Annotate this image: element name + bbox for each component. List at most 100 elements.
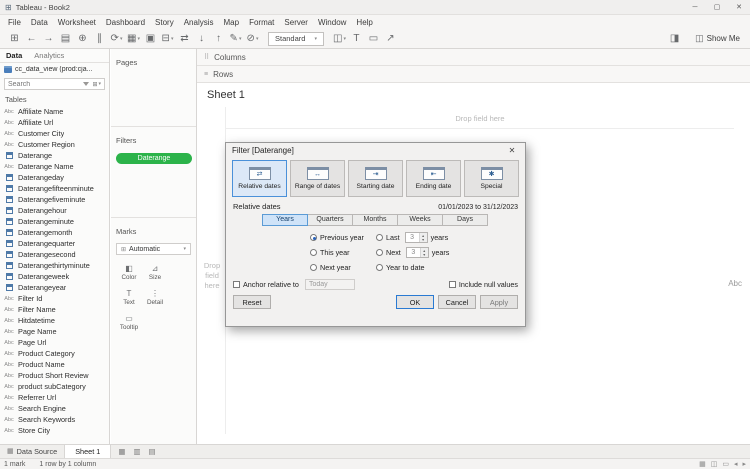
sheet-sorter-icon[interactable]: ▦ bbox=[699, 460, 706, 468]
apply-button[interactable]: Apply bbox=[480, 295, 518, 309]
swap-axes-icon[interactable]: ⇄ ▾ bbox=[176, 31, 193, 47]
datasource-item[interactable]: cc_data_view (prod:cja... bbox=[0, 63, 109, 76]
duplicate-icon[interactable]: ▣ ▾ bbox=[142, 31, 159, 47]
stepper-input[interactable] bbox=[406, 233, 419, 242]
stepper-arrows-icon[interactable]: ▲ ▼ bbox=[420, 248, 428, 257]
field-item[interactable]: Abc Customer Region bbox=[0, 139, 109, 150]
maximize-button[interactable]: ▢ bbox=[706, 0, 728, 14]
search-input[interactable] bbox=[8, 81, 80, 88]
mark-button[interactable]: ▭ Tooltip bbox=[116, 310, 142, 335]
include-nulls-checkbox-icon[interactable] bbox=[449, 281, 456, 288]
field-item[interactable]: Abc Daterange bbox=[0, 150, 109, 161]
reset-button[interactable]: Reset bbox=[233, 295, 271, 309]
tab-data[interactable]: Data bbox=[0, 49, 28, 62]
field-item[interactable]: Abc Daterangeweek bbox=[0, 271, 109, 282]
field-item[interactable]: Abc Referrer Url bbox=[0, 392, 109, 403]
menu-item[interactable]: Help bbox=[351, 18, 377, 27]
mark-button[interactable]: ⊿ Size bbox=[142, 260, 168, 285]
filmstrip-icon[interactable]: ◫ bbox=[711, 460, 718, 468]
menu-item[interactable]: Map bbox=[219, 18, 245, 27]
period-tab[interactable]: Weeks bbox=[397, 214, 443, 226]
period-tab[interactable]: Quarters bbox=[307, 214, 353, 226]
relative-option[interactable]: Next year bbox=[310, 262, 376, 273]
field-item[interactable]: Abc Affiliate Url bbox=[0, 117, 109, 128]
period-tab[interactable]: Months bbox=[352, 214, 398, 226]
field-item[interactable]: Abc Filter Name bbox=[0, 304, 109, 315]
stepper-input[interactable] bbox=[407, 248, 420, 257]
field-item[interactable]: Abc Product Category bbox=[0, 348, 109, 359]
field-item[interactable]: Abc Daterange Name bbox=[0, 161, 109, 172]
group-members-icon[interactable]: ⊘ ▾ bbox=[244, 31, 261, 47]
stepper-arrows-icon[interactable]: ▲ ▼ bbox=[419, 233, 427, 242]
field-item[interactable]: Abc Daterangethirtyminute bbox=[0, 260, 109, 271]
menu-item[interactable]: Worksheet bbox=[53, 18, 101, 27]
filter-type-button[interactable]: ⇄ Relative dates bbox=[232, 160, 287, 197]
menu-item[interactable]: File bbox=[3, 18, 26, 27]
field-item[interactable]: Abc Daterangesecond bbox=[0, 249, 109, 260]
menu-item[interactable]: Server bbox=[279, 18, 313, 27]
sheet-tab[interactable]: Sheet 1 bbox=[64, 444, 111, 458]
undo-icon[interactable]: ← ▾ bbox=[23, 31, 40, 47]
redo-icon[interactable]: → ▾ bbox=[40, 31, 57, 47]
show-mark-labels-icon[interactable]: T ▾ bbox=[348, 31, 365, 47]
new-story-icon[interactable]: ▤ bbox=[146, 447, 159, 456]
relative-option[interactable]: Year to date ▲ ▼ bbox=[376, 262, 449, 273]
fit-axes-icon[interactable]: ◫ ▾ bbox=[331, 31, 348, 47]
new-dashboard-icon[interactable]: ▥ bbox=[130, 447, 143, 456]
dialog-title-bar[interactable]: Filter [Daterange] ✕ bbox=[226, 143, 525, 158]
anchor-checkbox-icon[interactable] bbox=[233, 281, 240, 288]
mark-type-dropdown[interactable]: ⊞ Automatic ▾ bbox=[116, 243, 191, 255]
filter-type-button[interactable]: ↔ Range of dates bbox=[290, 160, 345, 197]
field-item[interactable]: Abc Search Keywords bbox=[0, 414, 109, 425]
menu-item[interactable]: Analysis bbox=[179, 18, 219, 27]
menu-item[interactable]: Window bbox=[313, 18, 351, 27]
period-tab[interactable]: Days bbox=[442, 214, 488, 226]
pause-updates-icon[interactable]: ∥ ▾ bbox=[91, 31, 108, 47]
minimize-button[interactable]: ─ bbox=[684, 0, 706, 14]
relative-option[interactable]: This year bbox=[310, 247, 376, 258]
mark-button[interactable]: ◧ Color bbox=[116, 260, 142, 285]
pages-shelf[interactable]: Pages bbox=[111, 49, 196, 127]
ok-button[interactable]: OK bbox=[396, 295, 434, 309]
mark-button[interactable]: T Text bbox=[116, 285, 142, 310]
filter-funnel-icon[interactable] bbox=[83, 82, 89, 86]
drop-zone-left[interactable]: Drop field here bbox=[200, 261, 224, 291]
field-item[interactable]: Abc Daterangemonth bbox=[0, 227, 109, 238]
filter-type-button[interactable]: ⇤ Ending date bbox=[406, 160, 461, 197]
refresh-icon[interactable]: ⟳ ▾ bbox=[108, 31, 125, 47]
tableau-logo-icon[interactable]: ⊞ ▾ bbox=[6, 31, 23, 47]
fit-select[interactable]: Standard ▾ bbox=[268, 32, 324, 46]
save-icon[interactable]: ▤ ▾ bbox=[57, 31, 74, 47]
field-item[interactable]: Abc Search Engine bbox=[0, 403, 109, 414]
field-item[interactable]: Abc Daterangehour bbox=[0, 205, 109, 216]
menu-item[interactable]: Dashboard bbox=[101, 18, 150, 27]
data-source-tab[interactable]: ▦ Data Source bbox=[0, 444, 64, 458]
new-worksheet-icon[interactable]: ▦ ▾ bbox=[125, 31, 142, 47]
field-item[interactable]: Abc Customer City bbox=[0, 128, 109, 139]
field-item[interactable]: Abc Product Short Review bbox=[0, 370, 109, 381]
show-tabs-icon[interactable]: ▭ bbox=[722, 460, 729, 468]
add-data-icon[interactable]: ⊕ ▾ bbox=[74, 31, 91, 47]
dialog-close-icon[interactable]: ✕ bbox=[505, 146, 519, 155]
field-item[interactable]: Abc Daterangefiveminute bbox=[0, 194, 109, 205]
mark-button[interactable]: ⋮ Detail bbox=[142, 285, 168, 310]
clear-sheet-icon[interactable]: ⊟ ▾ bbox=[159, 31, 176, 47]
field-item[interactable]: Abc Product Name bbox=[0, 359, 109, 370]
value-stepper[interactable]: ▲ ▼ bbox=[406, 247, 429, 258]
filter-pill[interactable]: Daterange bbox=[116, 153, 192, 164]
prev-sheet-icon[interactable]: ◂ bbox=[734, 460, 738, 468]
tab-analytics[interactable]: Analytics bbox=[28, 49, 70, 62]
sort-ascending-icon[interactable]: ↓ ▾ bbox=[193, 31, 210, 47]
menu-item[interactable]: Story bbox=[150, 18, 179, 27]
close-button[interactable]: ✕ bbox=[728, 0, 750, 14]
field-item[interactable]: Abc Store City bbox=[0, 425, 109, 436]
presentation-mode-icon[interactable]: ▭ ▾ bbox=[365, 31, 382, 47]
filter-type-button[interactable]: ⇥ Starting date bbox=[348, 160, 403, 197]
field-item[interactable]: Abc product subCategory bbox=[0, 381, 109, 392]
menu-item[interactable]: Format bbox=[244, 18, 279, 27]
relative-option[interactable]: Previous year bbox=[310, 232, 376, 243]
field-item[interactable]: Abc Hitdatetime bbox=[0, 315, 109, 326]
device-preview-icon[interactable]: ◨ bbox=[666, 31, 683, 47]
field-item[interactable]: Abc Daterangefifteenminute bbox=[0, 183, 109, 194]
drop-zone-top[interactable]: Drop field here bbox=[226, 109, 734, 129]
